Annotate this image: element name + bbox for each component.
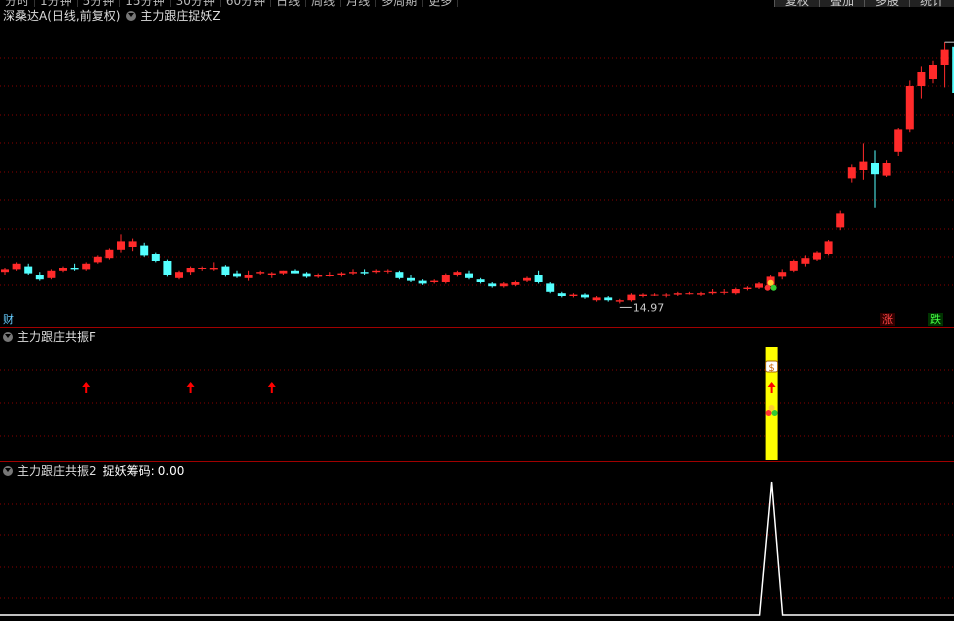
candle-body (233, 273, 241, 277)
candle-body (383, 270, 392, 272)
candle-body (801, 258, 810, 264)
candle-body (627, 294, 636, 301)
candle-body (708, 291, 717, 294)
candle-body (151, 254, 160, 261)
main-signal-coin-green (770, 284, 777, 291)
candle-body (511, 282, 520, 285)
candle-body (917, 72, 926, 86)
panel2-signal-coin-gold (768, 405, 775, 411)
candle-body (499, 283, 508, 287)
candle-body (302, 273, 311, 277)
candle-body (140, 245, 149, 256)
candle-body (59, 268, 67, 271)
candle-body (639, 294, 647, 296)
candle-body (557, 293, 566, 296)
candle-body (534, 275, 543, 282)
candle-body (441, 275, 450, 282)
low-label: 14.97 (633, 301, 665, 314)
candle-body (186, 268, 195, 273)
candle-body (349, 272, 357, 274)
candle-body (372, 270, 381, 273)
candle-body (24, 266, 33, 274)
candle-body (905, 86, 914, 130)
candle-body (279, 270, 288, 274)
candle-body (662, 294, 671, 296)
candle-body (685, 293, 694, 295)
candle-body (882, 163, 891, 176)
candle-body (314, 275, 323, 277)
panel2-up-arrow-head (82, 382, 91, 387)
panel2-signal-coin-red (765, 410, 772, 416)
panel3-line (0, 481, 954, 616)
candle-body (128, 241, 137, 247)
candle-body (291, 270, 299, 274)
candle-body (847, 167, 856, 179)
candle-body (813, 252, 821, 260)
candle-body (523, 277, 531, 281)
panel2-up-arrow-head (267, 382, 276, 387)
candle-body (221, 266, 230, 275)
candle-body (731, 289, 740, 294)
candle-body (395, 272, 404, 278)
candle-body (198, 268, 207, 269)
candle-body (117, 241, 125, 250)
candle-body (267, 273, 276, 275)
candle-body (697, 293, 705, 295)
candle-body (465, 273, 473, 278)
candle-body (824, 241, 833, 254)
main-signal-coin-red (764, 284, 771, 291)
candle-body (546, 283, 555, 292)
candle-body (256, 272, 265, 274)
candle-body (430, 280, 439, 282)
candle-body (325, 275, 334, 276)
candle-body (453, 272, 462, 275)
candle-body (615, 300, 624, 302)
kline-chart[interactable]: 33.6314.97$ (0, 0, 954, 621)
candle-body (105, 249, 114, 259)
candle-body (70, 268, 79, 270)
candle-body (720, 291, 729, 293)
panel2-money-symbol: $ (768, 363, 774, 374)
candle-body (743, 287, 752, 289)
candle-body (244, 275, 253, 278)
candle-body (407, 277, 415, 281)
candle-body (163, 261, 172, 275)
panel2-signal-coin-green (771, 410, 778, 416)
candle-body (581, 294, 589, 298)
candle-body (789, 261, 798, 271)
candle-body (476, 279, 485, 282)
main-signal-coin-gold (767, 279, 774, 286)
candle-body (175, 272, 183, 278)
candle-body (940, 49, 949, 65)
candle-body (836, 213, 845, 228)
candle-body (778, 272, 787, 277)
candle-body (650, 294, 659, 296)
candle-body (604, 297, 613, 301)
candle-body (337, 273, 346, 275)
candle-body (93, 256, 102, 263)
candle-body (592, 297, 601, 301)
candle-body (209, 268, 218, 270)
candle-body (673, 293, 682, 295)
candle-body (488, 283, 497, 287)
candle-body (569, 294, 578, 296)
candle-body (859, 161, 868, 170)
candle-body (47, 270, 56, 278)
panel2-up-arrow-head (186, 382, 195, 387)
candle-body (35, 275, 44, 280)
candle-body (360, 272, 369, 274)
candle-body (755, 283, 763, 288)
candle-body (871, 163, 879, 175)
candle-body (82, 263, 91, 270)
candle-body (929, 65, 937, 79)
candle-body (1, 269, 9, 273)
candle-body (418, 280, 427, 284)
candle-body (12, 263, 21, 270)
candle-body (894, 129, 903, 152)
